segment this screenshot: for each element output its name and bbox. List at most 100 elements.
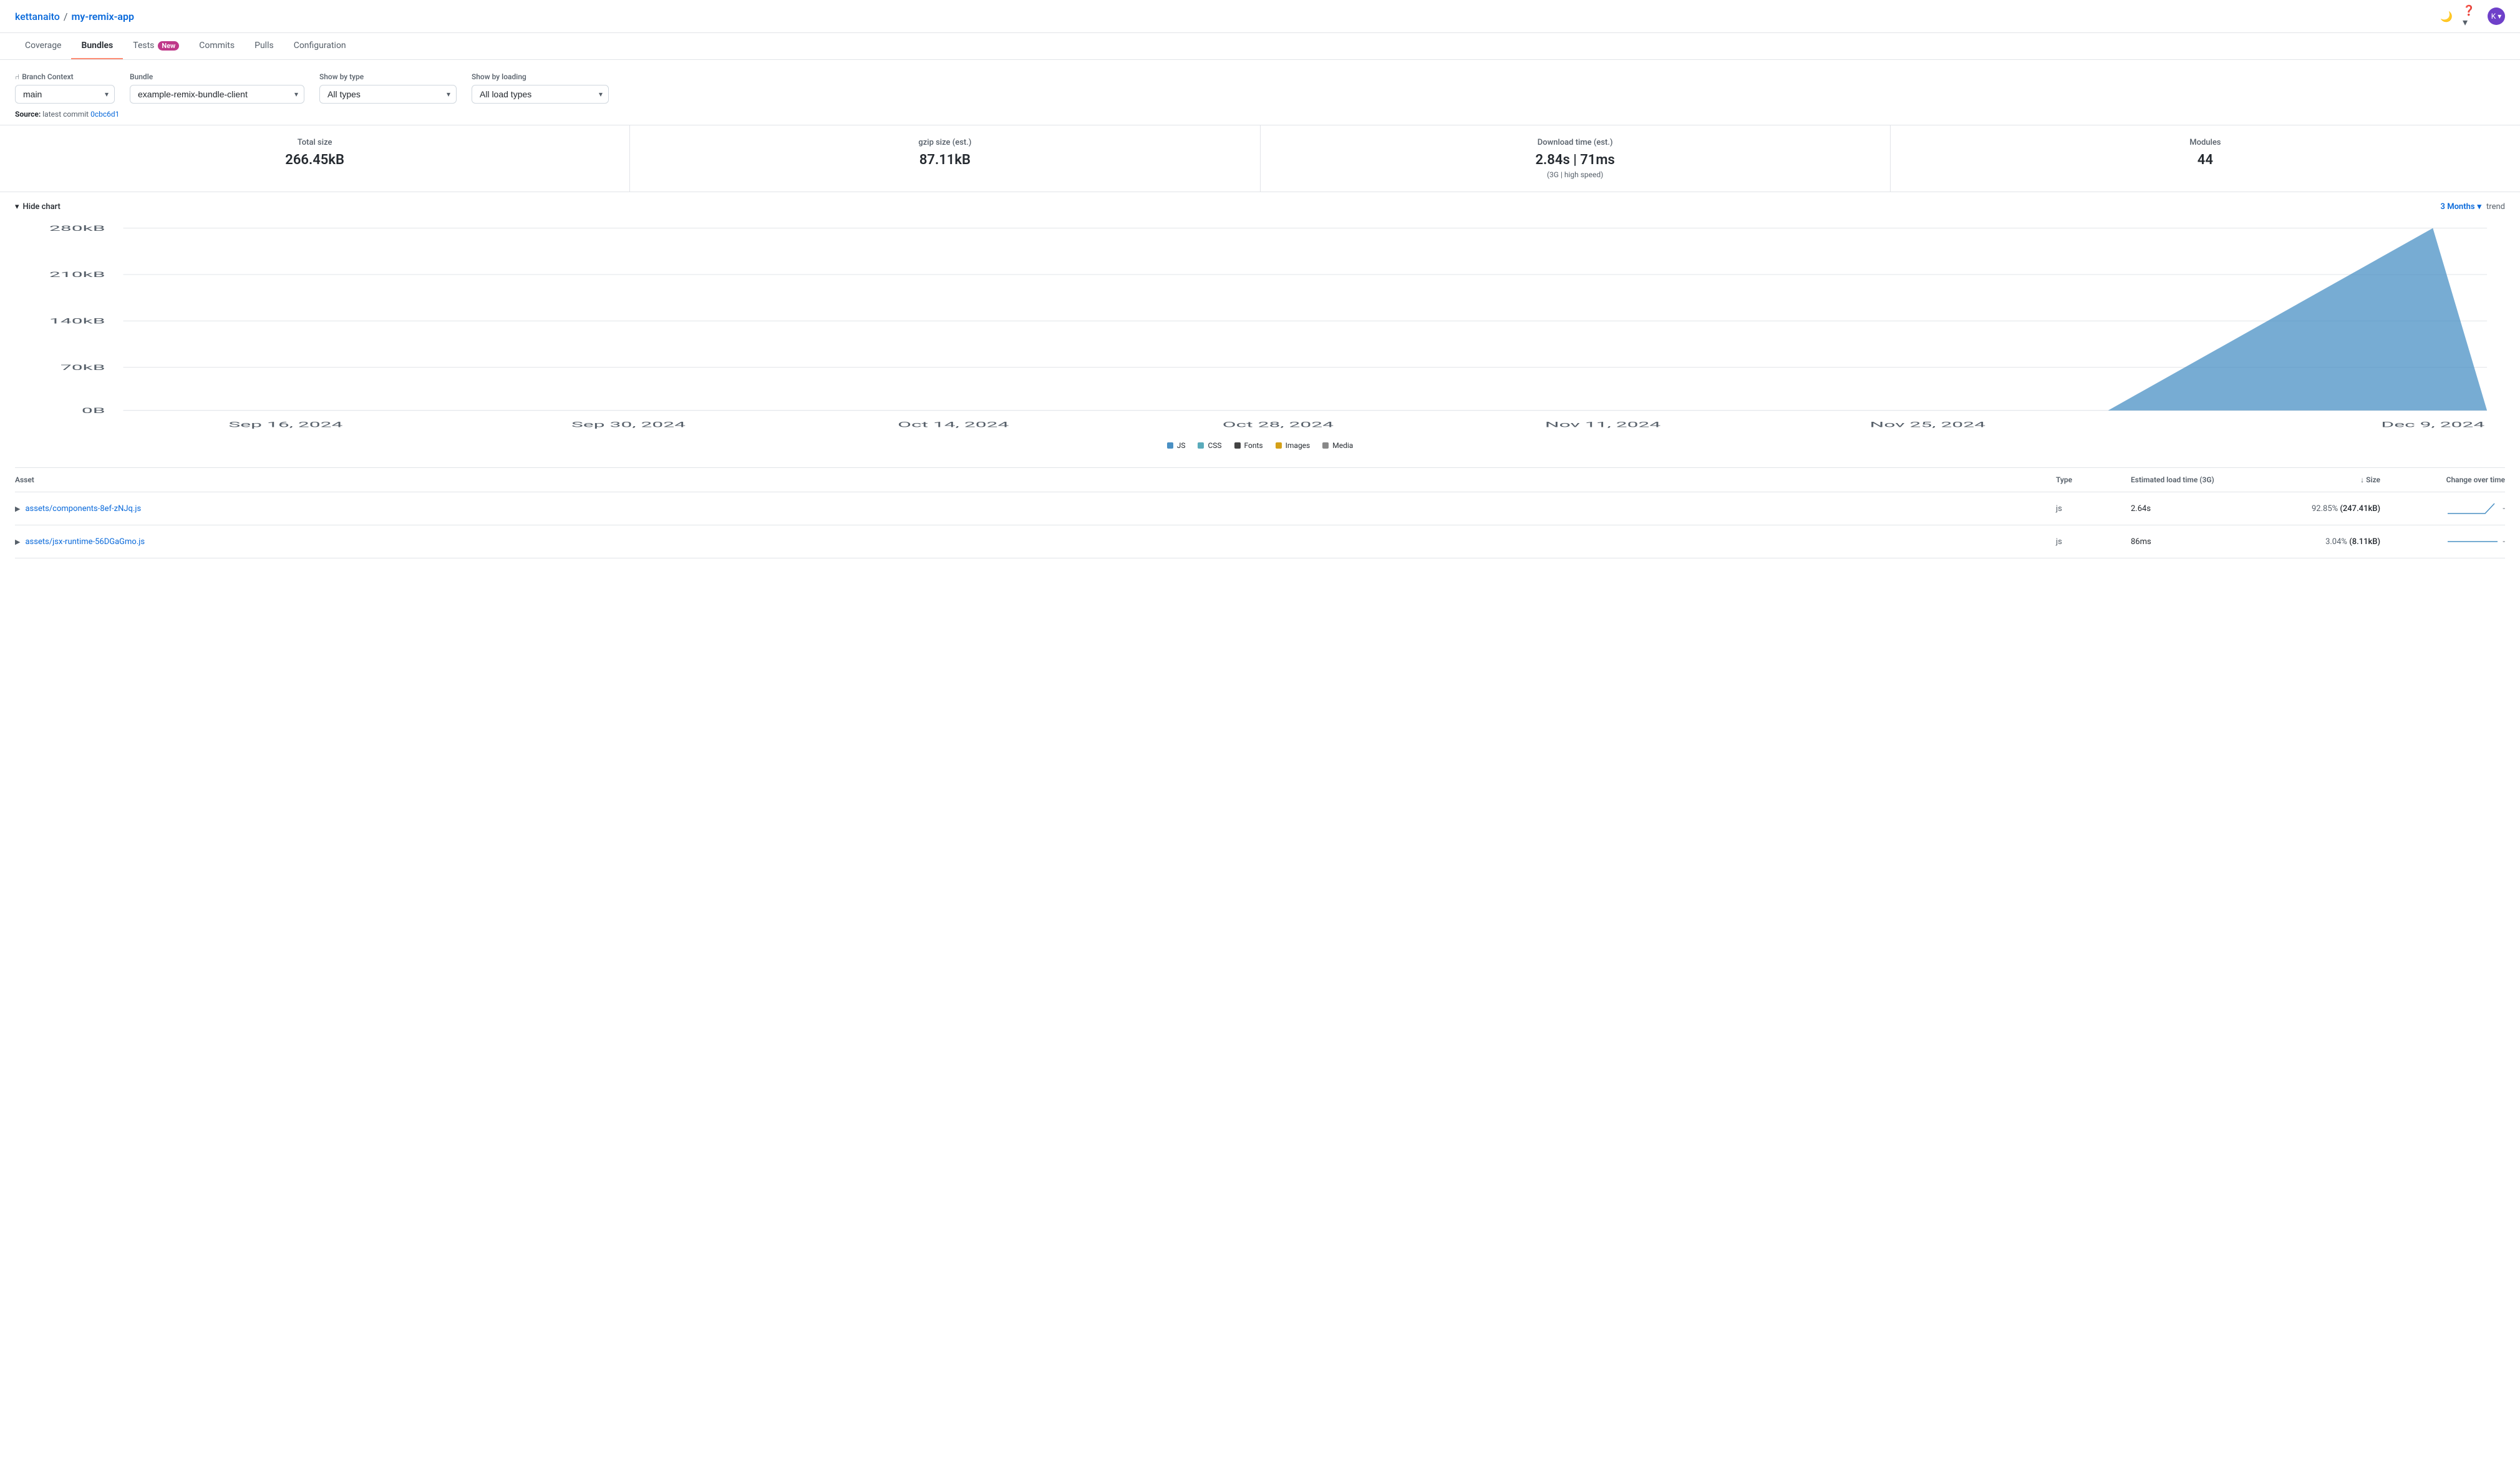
stat-modules: Modules 44 <box>1891 125 2520 192</box>
svg-text:Oct 28, 2024: Oct 28, 2024 <box>1223 421 1334 429</box>
stat-download-time-sub: (3G | high speed) <box>1273 170 1878 179</box>
row-time-1: 2.64s <box>2131 504 2268 513</box>
show-by-type-filter: Show by type All types JS CSS ▾ <box>319 72 457 104</box>
col-asset: Asset <box>15 475 2056 484</box>
row-type-1: js <box>2056 504 2131 513</box>
col-size: ↓ Size <box>2268 475 2380 484</box>
tab-tests[interactable]: Tests New <box>123 33 189 59</box>
stat-modules-value: 44 <box>1903 152 2508 168</box>
filters-row: ⑁ Branch Context main develop ▾ Bundle e… <box>0 60 2520 104</box>
svg-text:140kB: 140kB <box>49 317 105 326</box>
asset-link-1[interactable]: assets/components-8ef-zNJq.js <box>25 504 141 513</box>
legend-fonts-dot <box>1234 442 1241 449</box>
tab-commits[interactable]: Commits <box>189 33 245 59</box>
row-size-2: 3.04% (8.11kB) <box>2268 537 2380 547</box>
svg-text:70kB: 70kB <box>61 363 105 372</box>
source-text-latest: latest commit <box>42 110 89 119</box>
expand-icon[interactable]: ▶ <box>15 538 20 546</box>
trend-label: trend <box>2486 202 2505 212</box>
legend-images: Images <box>1276 441 1311 450</box>
svg-text:Sep 30, 2024: Sep 30, 2024 <box>571 421 686 429</box>
commit-link[interactable]: 0cbc6d1 <box>90 110 119 119</box>
legend-js-dot <box>1167 442 1173 449</box>
branch-context-select[interactable]: main develop <box>15 85 115 104</box>
legend-media-label: Media <box>1332 441 1353 450</box>
legend-media-dot <box>1322 442 1329 449</box>
asset-link-2[interactable]: assets/jsx-runtime-56DGaGmo.js <box>25 537 145 547</box>
show-by-type-label: Show by type <box>319 72 457 81</box>
legend-media: Media <box>1322 441 1353 450</box>
help-icon[interactable]: ❓ ▾ <box>2463 7 2480 25</box>
tab-bundles[interactable]: Bundles <box>71 33 123 59</box>
bundle-select[interactable]: example-remix-bundle-client example-remi… <box>130 85 304 104</box>
source-line: Source: latest commit 0cbc6d1 <box>0 104 2520 125</box>
chart-controls: 3 Months ▾ trend <box>2441 202 2505 212</box>
svg-text:210kB: 210kB <box>49 271 105 280</box>
stat-total-size-value: 266.45kB <box>12 152 617 168</box>
col-change: Change over time <box>2380 475 2505 484</box>
branch-context-filter: ⑁ Branch Context main develop ▾ <box>15 72 115 104</box>
stat-total-size-label: Total size <box>12 138 617 147</box>
nav-tabs: Coverage Bundles Tests New Commits Pulls… <box>0 33 2520 60</box>
time-period-select[interactable]: 3 Months ▾ <box>2441 202 2482 212</box>
chevron-down-icon: ▾ <box>2478 202 2482 212</box>
show-by-type-select[interactable]: All types JS CSS <box>319 85 457 104</box>
change-dash-2: - <box>2503 537 2505 547</box>
legend-css: CSS <box>1198 441 1221 450</box>
stat-gzip-size-label: gzip size (est.) <box>642 138 1247 147</box>
new-badge: New <box>158 41 179 51</box>
avatar[interactable]: K ▾ <box>2488 7 2505 25</box>
hide-chart-label: Hide chart <box>23 202 61 212</box>
branch-icon: ⑁ <box>15 72 19 81</box>
stat-download-time-label: Download time (est.) <box>1273 138 1878 147</box>
legend-css-dot <box>1198 442 1204 449</box>
branch-context-label: ⑁ Branch Context <box>15 72 115 81</box>
svg-text:Dec 9, 2024: Dec 9, 2024 <box>2381 421 2484 429</box>
moon-icon[interactable]: 🌙 <box>2438 7 2455 25</box>
legend-fonts: Fonts <box>1234 441 1263 450</box>
chart-header: ▾ Hide chart 3 Months ▾ trend <box>15 202 2505 212</box>
legend-css-label: CSS <box>1208 441 1221 450</box>
table-section: Asset Type Estimated load time (3G) ↓ Si… <box>0 468 2520 558</box>
hide-chart-button[interactable]: ▾ Hide chart <box>15 202 61 212</box>
show-by-loading-label: Show by loading <box>472 72 609 81</box>
tab-pulls[interactable]: Pulls <box>245 33 284 59</box>
row-change-1: - <box>2380 501 2505 516</box>
bundle-select-wrapper: example-remix-bundle-client example-remi… <box>130 85 304 104</box>
row-size-1: 92.85% (247.41kB) <box>2268 504 2380 513</box>
svg-text:280kB: 280kB <box>49 224 105 233</box>
repo-owner-link[interactable]: kettanaito <box>15 11 60 22</box>
row-change-2: - <box>2380 534 2505 549</box>
row-time-2: 86ms <box>2131 537 2268 547</box>
svg-text:Sep 16, 2024: Sep 16, 2024 <box>228 421 342 429</box>
breadcrumb: kettanaito / my-remix-app <box>15 11 134 22</box>
svg-text:Nov 25, 2024: Nov 25, 2024 <box>1870 421 1985 429</box>
branch-context-select-wrapper: main develop ▾ <box>15 85 115 104</box>
expand-icon[interactable]: ▶ <box>15 505 20 513</box>
stat-gzip-size-value: 87.11kB <box>642 152 1247 168</box>
sort-icon: ↓ <box>2360 475 2366 484</box>
show-by-type-select-wrapper: All types JS CSS ▾ <box>319 85 457 104</box>
stat-total-size: Total size 266.45kB <box>0 125 630 192</box>
breadcrumb-separator: / <box>64 11 68 22</box>
chevron-down-icon: ▾ <box>15 202 19 212</box>
row-type-2: js <box>2056 537 2131 547</box>
stat-download-time-value: 2.84s | 71ms <box>1273 152 1878 168</box>
col-type: Type <box>2056 475 2131 484</box>
stat-gzip-size: gzip size (est.) 87.11kB <box>630 125 1260 192</box>
stats-row: Total size 266.45kB gzip size (est.) 87.… <box>0 125 2520 192</box>
stat-download-time: Download time (est.) 2.84s | 71ms (3G | … <box>1261 125 1891 192</box>
tab-coverage[interactable]: Coverage <box>15 33 71 59</box>
row-asset-1: ▶ assets/components-8ef-zNJq.js <box>15 504 2056 513</box>
repo-name-link[interactable]: my-remix-app <box>71 11 134 22</box>
svg-text:Oct 14, 2024: Oct 14, 2024 <box>898 421 1009 429</box>
top-bar-right: 🌙 ❓ ▾ K ▾ <box>2438 7 2505 25</box>
tab-configuration[interactable]: Configuration <box>284 33 356 59</box>
stat-modules-label: Modules <box>1903 138 2508 147</box>
chart-svg: 280kB 210kB 140kB 70kB 0B Sep 16, 2024 S… <box>15 221 2505 434</box>
show-by-loading-select[interactable]: All load types Initial Lazy <box>472 85 609 104</box>
top-bar: kettanaito / my-remix-app 🌙 ❓ ▾ K ▾ <box>0 0 2520 33</box>
change-dash-1: - <box>2503 504 2505 513</box>
col-load-time: Estimated load time (3G) <box>2131 475 2268 484</box>
bundle-label: Bundle <box>130 72 304 81</box>
